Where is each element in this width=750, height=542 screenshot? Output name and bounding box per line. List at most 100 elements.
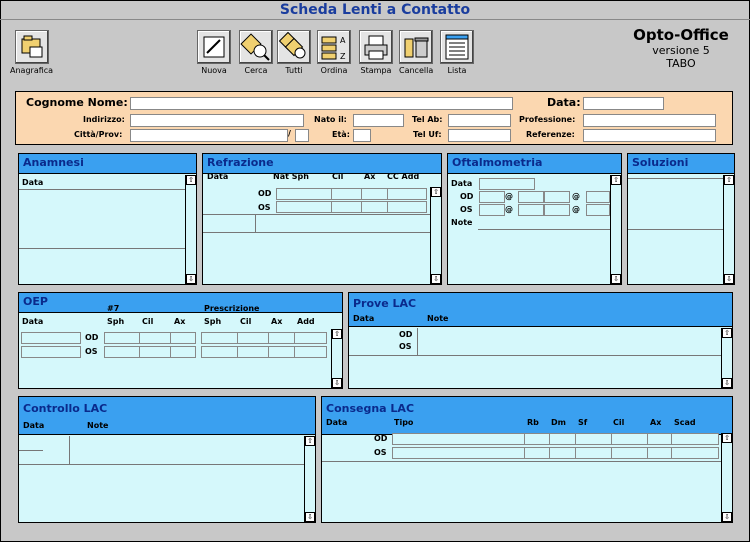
nuova-button[interactable]: Nuova [197,30,231,75]
oep-os-sph2[interactable] [201,346,238,358]
consegna-lac-scrollbar[interactable]: ⇧ ⇩ [721,433,732,522]
scroll-up-icon[interactable]: ⇧ [305,436,315,446]
soluzioni-scrollbar[interactable]: ⇧ ⇩ [723,175,734,284]
refrazione-od-cil[interactable] [331,188,362,200]
oep-col-cil2: Cil [240,317,252,326]
oftalmometria-od-4[interactable] [586,191,610,203]
oftalmometria-os-2[interactable] [518,204,544,216]
eta-field[interactable] [353,129,371,142]
consegna-lac-od-sf[interactable] [575,433,612,445]
consegna-lac-od-dm[interactable] [549,433,576,445]
oftalmometria-os-4[interactable] [586,204,610,216]
oep-os-cil1[interactable] [139,346,171,358]
oep-od-sph1[interactable] [104,332,140,344]
oep-od-sph2[interactable] [201,332,238,344]
refrazione-os-add[interactable] [387,201,427,213]
cancella-button[interactable]: Cancella [399,30,433,75]
oep-od-data[interactable] [21,332,81,344]
consegna-lac-od-cil[interactable] [611,433,648,445]
stampa-button[interactable]: Stampa [359,30,393,75]
consegna-lac-os-sf[interactable] [575,447,612,459]
oep-os-cil2[interactable] [237,346,269,358]
oep-os-ax2[interactable] [268,346,295,358]
soluzioni-panel: Soluzioni ⇧ ⇩ [627,153,735,285]
scroll-up-icon[interactable]: ⇧ [611,175,621,185]
consegna-lac-od-ax[interactable] [647,433,672,445]
tel-ab-field[interactable] [448,114,511,127]
lista-button[interactable]: Lista [440,30,474,75]
consegna-lac-os-ax[interactable] [647,447,672,459]
oep-num: #7 [107,304,120,313]
cognome-nome-field[interactable] [130,97,513,110]
scroll-up-icon[interactable]: ⇧ [722,433,732,443]
refrazione-od-sph[interactable] [276,188,332,200]
citta-field[interactable] [130,129,288,142]
indirizzo-field[interactable] [130,114,304,127]
oftalmometria-od-3[interactable] [544,191,570,203]
scroll-down-icon[interactable]: ⇩ [722,512,732,522]
prove-lac-title: Prove LAC [349,293,732,327]
oftalmometria-os-at2: @ [572,205,580,214]
scroll-down-icon[interactable]: ⇩ [431,274,441,284]
soluzioni-title: Soluzioni [628,154,734,174]
scroll-down-icon[interactable]: ⇩ [332,378,342,388]
scroll-up-icon[interactable]: ⇧ [431,187,441,197]
data-field[interactable] [583,97,664,110]
refrazione-scrollbar[interactable]: ⇧ ⇩ [430,187,441,284]
refrazione-od-add[interactable] [387,188,427,200]
oep-od-cil2[interactable] [237,332,269,344]
professione-field[interactable] [583,114,716,127]
consegna-lac-os-cil[interactable] [611,447,648,459]
oep-scrollbar[interactable]: ⇧ ⇩ [331,329,342,388]
scroll-up-icon[interactable]: ⇧ [724,175,734,185]
oep-os-sph1[interactable] [104,346,140,358]
refrazione-os-cil[interactable] [331,201,362,213]
nato-il-field[interactable] [353,114,404,127]
controllo-lac-scrollbar[interactable]: ⇧ ⇩ [304,436,315,522]
oep-od-cil1[interactable] [139,332,171,344]
prov-field[interactable] [295,129,309,142]
oep-os-data[interactable] [21,346,81,358]
consegna-lac-os-rb[interactable] [524,447,550,459]
oftalmometria-os-3[interactable] [544,204,570,216]
tutti-button[interactable]: Tutti [277,30,311,75]
ordina-label: Ordina [320,66,348,75]
oftalmometria-od-2[interactable] [518,191,544,203]
oftalmometria-od-1[interactable] [479,191,505,203]
scroll-down-icon[interactable]: ⇩ [305,512,315,522]
prove-lac-scrollbar[interactable]: ⇧ ⇩ [721,328,732,388]
scroll-up-icon[interactable]: ⇧ [186,175,196,185]
oftalmometria-os-1[interactable] [479,204,505,216]
scroll-down-icon[interactable]: ⇩ [722,378,732,388]
consegna-lac-od-rb[interactable] [524,433,550,445]
refrazione-os-ax[interactable] [361,201,388,213]
brand-name: Opto-Office [633,26,729,44]
oep-od-add[interactable] [294,332,327,344]
oep-os-add[interactable] [294,346,327,358]
oep-od-ax1[interactable] [170,332,196,344]
scroll-down-icon[interactable]: ⇩ [611,274,621,284]
oftalmometria-scrollbar[interactable]: ⇧ ⇩ [610,175,621,284]
cerca-button[interactable]: Cerca [239,30,273,75]
consegna-lac-od-tipo[interactable] [392,433,525,445]
ordina-button[interactable]: AZ Ordina [317,30,351,75]
anagrafica-button[interactable]: Anagrafica [10,30,53,75]
refrazione-os-sph[interactable] [276,201,332,213]
anamnesi-scrollbar[interactable]: ⇧ ⇩ [185,175,196,284]
consegna-lac-os-dm[interactable] [549,447,576,459]
scroll-up-icon[interactable]: ⇧ [722,328,732,338]
professione-label: Professione: [519,115,576,124]
oftalmometria-data-field[interactable] [479,178,535,190]
oep-os-ax1[interactable] [170,346,196,358]
folder-icon [14,30,49,64]
oep-od-ax2[interactable] [268,332,295,344]
refrazione-od-ax[interactable] [361,188,388,200]
referenze-field[interactable] [583,129,716,142]
consegna-lac-od-scad[interactable] [671,433,719,445]
scroll-down-icon[interactable]: ⇩ [186,274,196,284]
scroll-up-icon[interactable]: ⇧ [332,329,342,339]
scroll-down-icon[interactable]: ⇩ [724,274,734,284]
consegna-lac-os-tipo[interactable] [392,447,525,459]
tel-uf-field[interactable] [448,129,511,142]
consegna-lac-os-scad[interactable] [671,447,719,459]
